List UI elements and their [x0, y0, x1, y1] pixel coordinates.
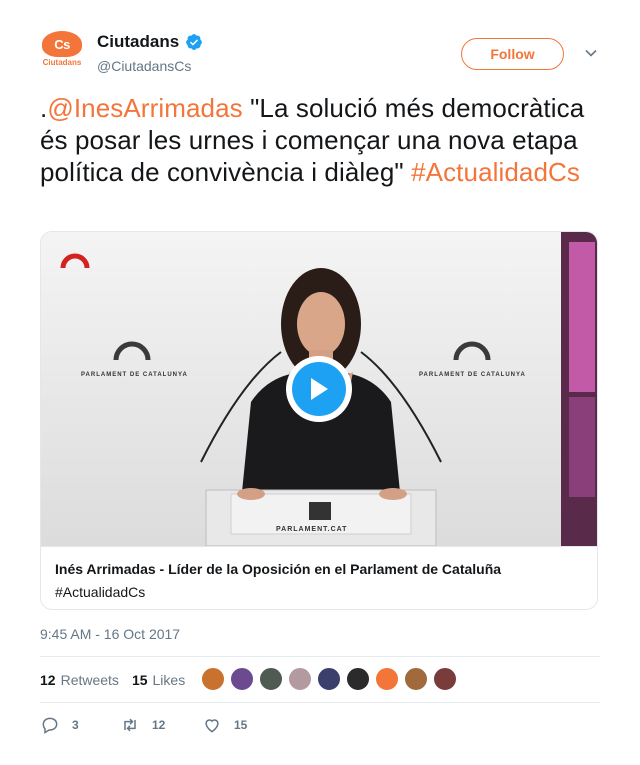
play-button[interactable]	[286, 356, 352, 422]
tweet-actions: 3 12 15	[40, 714, 247, 736]
play-icon	[311, 378, 328, 400]
liker-avatar[interactable]	[433, 667, 457, 691]
liker-avatars	[201, 667, 457, 691]
svg-text:PARLAMENT.CAT: PARLAMENT.CAT	[276, 526, 347, 533]
liker-avatar[interactable]	[230, 667, 254, 691]
liker-avatar[interactable]	[346, 667, 370, 691]
card-title: Inés Arrimadas - Líder de la Oposición e…	[55, 561, 502, 577]
liker-avatar[interactable]	[201, 667, 225, 691]
like-action[interactable]: 15	[202, 715, 247, 735]
card-description: #ActualidadCs	[55, 584, 146, 600]
chevron-down-icon[interactable]	[584, 46, 598, 60]
follow-button[interactable]: Follow	[461, 38, 564, 70]
reply-count: 3	[72, 718, 79, 732]
hashtag-link[interactable]: #ActualidadCs	[411, 157, 580, 187]
display-name[interactable]: Ciutadans	[97, 32, 179, 52]
divider-bottom	[40, 702, 600, 703]
tweet-text: .@InesArrimadas "La solució més democràt…	[40, 92, 600, 188]
retweets-count: 12	[40, 672, 56, 688]
liker-avatar[interactable]	[317, 667, 341, 691]
verified-badge-icon	[186, 34, 203, 50]
avatar[interactable]: Cs Ciutadans	[40, 31, 84, 75]
play-button-inner	[292, 362, 346, 416]
heart-icon	[205, 719, 219, 733]
avatar-logo-text: Ciutadans	[42, 58, 82, 67]
handle[interactable]: @CiutadansCs	[97, 58, 191, 74]
retweet-icon	[124, 718, 136, 732]
reply-icon	[42, 717, 58, 734]
retweet-count: 12	[152, 718, 166, 732]
avatar-logo-mark: Cs	[42, 31, 82, 57]
likes-label: Likes	[152, 672, 186, 688]
card-body[interactable]: Inés Arrimadas - Líder de la Oposición e…	[41, 546, 597, 609]
media-card[interactable]: PARLAMENT DE CATALUNYA PARLAMENT DE CATA…	[40, 231, 598, 610]
likes-count: 15	[131, 672, 148, 688]
retweets-label: Retweets	[60, 672, 119, 688]
liker-avatar[interactable]	[259, 667, 283, 691]
name-row: Ciutadans	[97, 32, 203, 52]
retweet-action[interactable]: 12	[120, 715, 202, 735]
liker-avatar[interactable]	[288, 667, 312, 691]
tweet-stats: 12 Retweets 15 Likes	[40, 670, 198, 690]
like-count: 15	[234, 718, 248, 732]
retweets-stat[interactable]: 12 Retweets	[40, 672, 119, 688]
likes-stat[interactable]: 15 Likes	[132, 672, 185, 688]
liker-avatar[interactable]	[375, 667, 399, 691]
tweet-header: Cs Ciutadans Ciutadans @CiutadansCs Foll…	[40, 30, 600, 80]
svg-text:PARLAMENT DE CATALUNYA: PARLAMENT DE CATALUNYA	[81, 372, 188, 378]
mention-link[interactable]: @InesArrimadas	[47, 93, 242, 123]
reply-action[interactable]: 3	[40, 715, 120, 735]
liker-avatar[interactable]	[404, 667, 428, 691]
video-player[interactable]: PARLAMENT DE CATALUNYA PARLAMENT DE CATA…	[41, 232, 597, 546]
timestamp[interactable]: 9:45 AM - 16 Oct 2017	[40, 626, 180, 642]
svg-text:PARLAMENT DE CATALUNYA: PARLAMENT DE CATALUNYA	[419, 372, 526, 378]
divider-top	[40, 656, 600, 657]
